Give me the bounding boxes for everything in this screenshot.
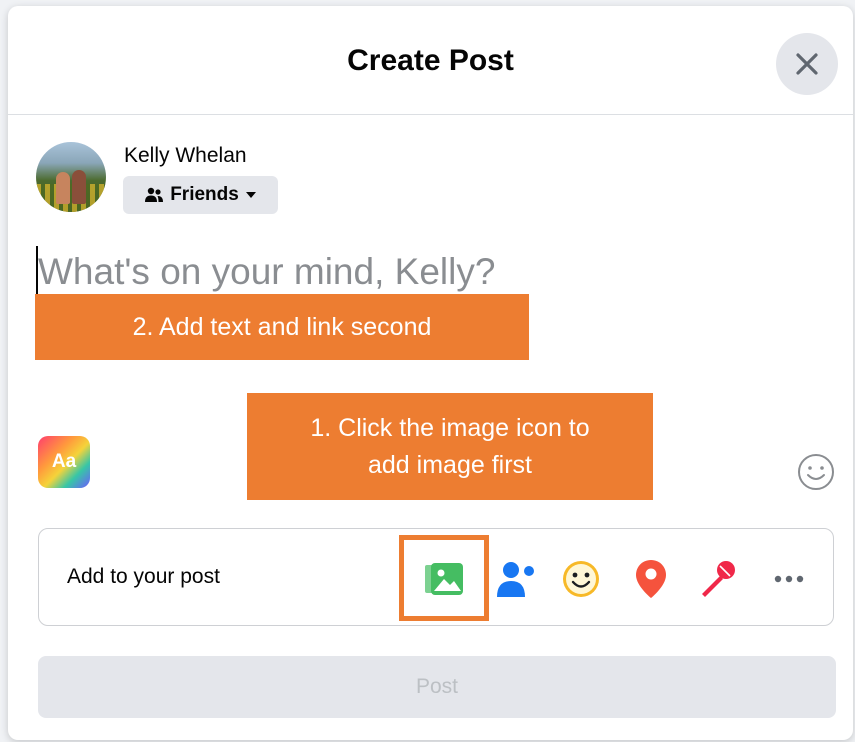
callout-second-text: 2. Add text and link second xyxy=(132,312,432,341)
smiley-icon xyxy=(798,454,834,490)
caret-down-icon xyxy=(245,192,256,198)
live-video-button[interactable] xyxy=(695,557,739,601)
post-button-label: Post xyxy=(415,675,459,698)
photo-video-button[interactable] xyxy=(422,557,466,601)
more-icon xyxy=(774,575,804,583)
avatar xyxy=(36,142,106,212)
photo-icon xyxy=(425,563,463,595)
audience-label: Friends xyxy=(170,184,239,205)
post-text-input[interactable] xyxy=(36,244,818,300)
instruction-callout-first: 1. Click the image icon to add image fir… xyxy=(247,393,653,500)
dialog-header: Create Post xyxy=(8,6,853,115)
emoji-button[interactable] xyxy=(796,452,836,492)
audience-selector-button[interactable]: Friends xyxy=(123,176,278,214)
user-name: Kelly Whelan xyxy=(124,144,247,167)
tag-people-icon xyxy=(497,562,534,597)
feeling-icon xyxy=(563,561,599,597)
create-post-dialog: Create Post Kelly Whelan Friends 2. Add … xyxy=(8,6,853,740)
check-in-button[interactable] xyxy=(629,557,673,601)
friends-icon xyxy=(145,187,164,202)
post-button[interactable]: Post xyxy=(38,656,836,718)
text-cursor xyxy=(36,246,38,296)
dialog-title: Create Post xyxy=(347,44,514,77)
callout-first-line1: 1. Click the image icon to xyxy=(310,414,590,443)
microphone-icon xyxy=(702,561,735,597)
callout-first-line2: add image first xyxy=(368,450,532,479)
background-color-button[interactable]: Aa xyxy=(38,436,90,488)
feeling-activity-button[interactable] xyxy=(559,557,603,601)
location-pin-icon xyxy=(636,560,666,598)
close-button[interactable] xyxy=(776,33,838,95)
more-options-button[interactable] xyxy=(767,557,811,601)
tag-people-button[interactable] xyxy=(494,557,538,601)
instruction-callout-second: 2. Add text and link second xyxy=(35,294,529,360)
close-icon xyxy=(796,53,818,75)
background-picker-label: Aa xyxy=(51,451,77,472)
add-to-post-bar: Add to your post xyxy=(38,528,834,626)
add-to-post-label: Add to your post xyxy=(67,565,220,588)
